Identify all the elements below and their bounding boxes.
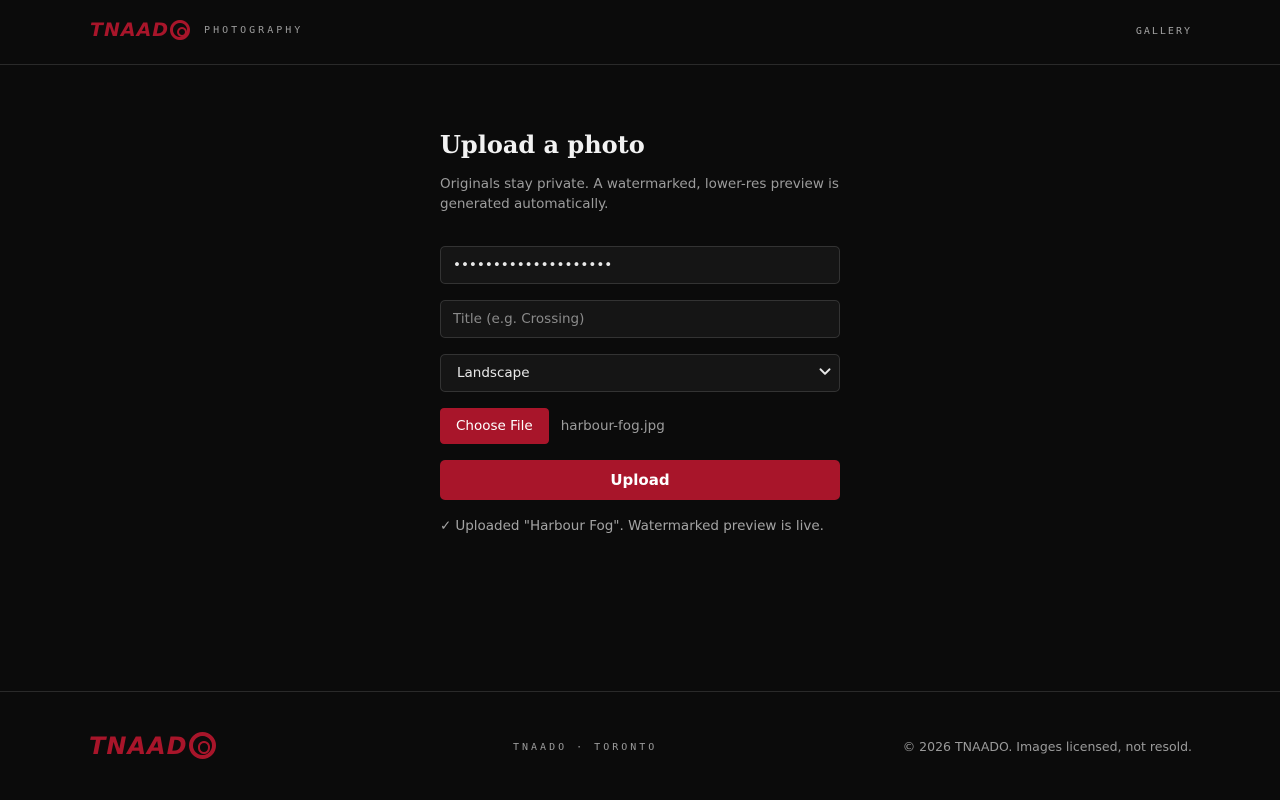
status-message: Uploaded "Harbour Fog". Watermarked prev… (455, 518, 824, 534)
password-field[interactable] (440, 246, 840, 284)
category-select[interactable]: Landscape (440, 354, 840, 392)
upload-button[interactable]: Upload (440, 460, 840, 500)
footer-logo-wordmark: TNAAD (89, 731, 188, 760)
upload-form: Landscape Choose File harbour-fog.jpg Up… (440, 246, 840, 534)
title-input[interactable] (440, 300, 840, 338)
selected-file-name: harbour-fog.jpg (560, 418, 665, 434)
choose-file-button[interactable]: Choose File (440, 408, 549, 444)
footer-logo: TNAAD (89, 732, 216, 759)
nav-gallery-link[interactable]: GALLERY (1136, 26, 1192, 37)
page-title: Upload a photo (440, 130, 645, 159)
site-footer: TNAAD TNAADO · TORONTO © 2026 TNAADO. Im… (0, 691, 1280, 800)
file-picker: Choose File harbour-fog.jpg (440, 408, 840, 444)
page-description: Originals stay private. A watermarked, l… (440, 176, 839, 212)
upload-status: ✓ Uploaded "Harbour Fog". Watermarked pr… (440, 518, 840, 534)
brand-subtitle: PHOTOGRAPHY (204, 24, 304, 36)
footer-logo-ring-icon (188, 732, 216, 759)
footer-copyright: © 2026 TNAADO. Images licensed, not reso… (902, 739, 1192, 754)
category-select-wrap: Landscape (440, 354, 840, 392)
check-icon: ✓ (440, 518, 452, 534)
logo-ring-icon (170, 20, 191, 40)
footer-location: TNAADO · TORONTO (513, 742, 658, 753)
upload-panel: Upload a photo Originals stay private. A… (440, 128, 840, 534)
logo-wordmark: TNAAD (90, 18, 170, 41)
site-header: TNAAD PHOTOGRAPHY GALLERY (0, 0, 1280, 65)
header-logo[interactable]: TNAAD PHOTOGRAPHY (90, 20, 303, 40)
